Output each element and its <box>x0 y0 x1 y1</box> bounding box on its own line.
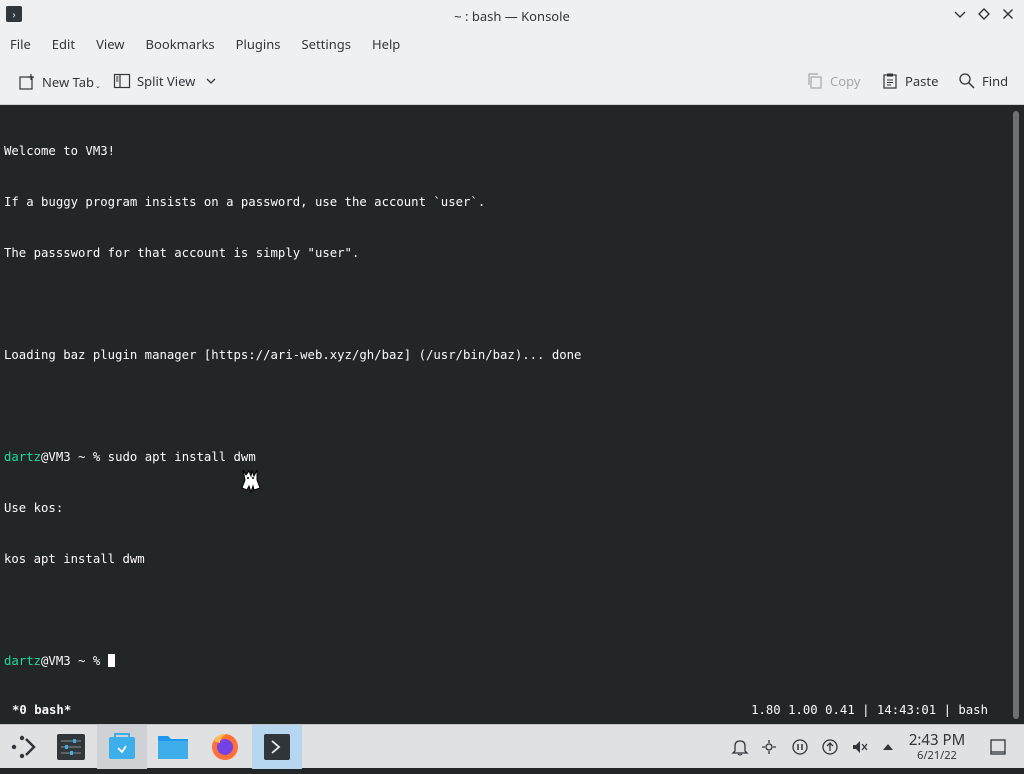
clock[interactable]: 2:43 PM 6/21/22 <box>904 731 970 763</box>
prompt-user: dartz <box>4 450 42 464</box>
terminal-line: Loading baz plugin manager [https://ari-… <box>4 348 582 362</box>
new-tab-label: New Tab <box>42 72 95 91</box>
menu-plugins[interactable]: Plugins <box>236 35 281 53</box>
prompt-host: @VM3 ~ % <box>41 654 108 668</box>
window-titlebar[interactable]: › ~ : bash — Konsole <box>0 0 1024 30</box>
text-cursor <box>107 654 115 667</box>
media-pause-icon[interactable] <box>790 737 810 757</box>
prompt-command: sudo apt install dwm <box>107 450 256 464</box>
menu-view[interactable]: View <box>96 35 124 53</box>
split-view-label: Split View <box>137 72 196 90</box>
tray-expand-icon[interactable] <box>878 737 898 757</box>
dropdown-indicator-icon: ⌄ <box>95 82 101 91</box>
status-window-list: *0 bash* <box>12 703 72 717</box>
close-icon <box>1003 9 1013 19</box>
updates-icon[interactable] <box>820 737 840 757</box>
chevron-down-icon[interactable] <box>205 75 217 87</box>
copy-icon <box>808 73 822 89</box>
terminal-line: Welcome to VM3! <box>4 144 116 158</box>
show-desktop-icon[interactable] <box>988 737 1008 757</box>
terminal-line: If a buggy program insists on a password… <box>4 195 486 209</box>
task-dolphin[interactable] <box>148 725 198 769</box>
new-tab-button[interactable]: New Tab ⌄ <box>18 72 101 91</box>
terminal-line: kos apt install dwm <box>4 552 145 566</box>
window-title: ~ : bash — Konsole <box>454 7 570 25</box>
task-discover[interactable] <box>97 725 147 769</box>
folder-icon <box>158 736 188 759</box>
split-view-icon <box>113 73 131 89</box>
maximize-button[interactable] <box>976 6 992 22</box>
menu-help[interactable]: Help <box>372 35 400 53</box>
prompt-user: dartz <box>4 654 42 668</box>
prompt-host: @VM3 ~ % <box>41 450 108 464</box>
app-launcher-button[interactable] <box>0 725 50 769</box>
mouse-cursor-icon <box>241 469 261 494</box>
menu-edit[interactable]: Edit <box>52 35 75 53</box>
status-info: 1.80 1.00 0.41 | 14:43:01 | bash <box>751 703 988 717</box>
task-system-settings[interactable] <box>46 725 96 769</box>
notifications-icon[interactable] <box>730 737 750 757</box>
settings-icon <box>57 734 85 760</box>
toolbar: New Tab ⌄ Split View Copy Paste Find <box>0 58 1024 105</box>
menu-settings[interactable]: Settings <box>302 35 351 53</box>
taskbar: 2:43 PM 6/21/22 <box>0 724 1024 769</box>
prompt-line: dartz@VM3 ~ % <box>4 653 1004 670</box>
terminal-line: Use kos: <box>4 501 64 515</box>
menubar: File Edit View Bookmarks Plugins Setting… <box>0 30 1024 58</box>
diamond-icon <box>978 8 990 20</box>
scrollbar-thumb[interactable] <box>1013 111 1019 719</box>
find-button[interactable]: Find <box>958 72 1008 90</box>
software-center-icon <box>109 733 135 759</box>
network-icon[interactable] <box>759 737 779 757</box>
new-tab-icon <box>19 73 34 90</box>
konsole-icon <box>264 734 290 760</box>
task-firefox[interactable] <box>200 725 250 769</box>
clock-date: 6/21/22 <box>917 748 957 763</box>
menu-bookmarks[interactable]: Bookmarks <box>146 35 215 53</box>
paste-icon <box>883 73 897 89</box>
terminal-scrollbar[interactable] <box>1008 105 1024 724</box>
copy-label: Copy <box>830 72 861 90</box>
chevron-down-icon <box>954 11 966 18</box>
volume-muted-icon[interactable] <box>850 737 870 757</box>
task-konsole[interactable] <box>252 725 302 769</box>
terminal-output[interactable]: Welcome to VM3! If a buggy program insis… <box>0 105 1008 700</box>
copy-button[interactable]: Copy <box>806 72 860 90</box>
prompt-line: dartz@VM3 ~ % sudo apt install dwm <box>4 449 1004 466</box>
paste-label: Paste <box>905 72 939 90</box>
search-icon <box>959 73 975 89</box>
split-view-button[interactable]: Split View <box>113 72 217 90</box>
kde-launcher-icon <box>11 735 36 759</box>
minimize-button[interactable] <box>952 6 968 22</box>
terminal-status-line: *0 bash* 1.80 1.00 0.41 | 14:43:01 | bas… <box>0 700 1008 724</box>
menu-file[interactable]: File <box>10 35 31 53</box>
paste-button[interactable]: Paste <box>881 72 938 90</box>
firefox-icon <box>212 733 238 760</box>
close-button[interactable] <box>1000 6 1016 22</box>
clock-time: 2:43 PM <box>908 730 966 750</box>
find-label: Find <box>982 72 1009 90</box>
terminal-line: The passsword for that account is simply… <box>4 246 360 260</box>
